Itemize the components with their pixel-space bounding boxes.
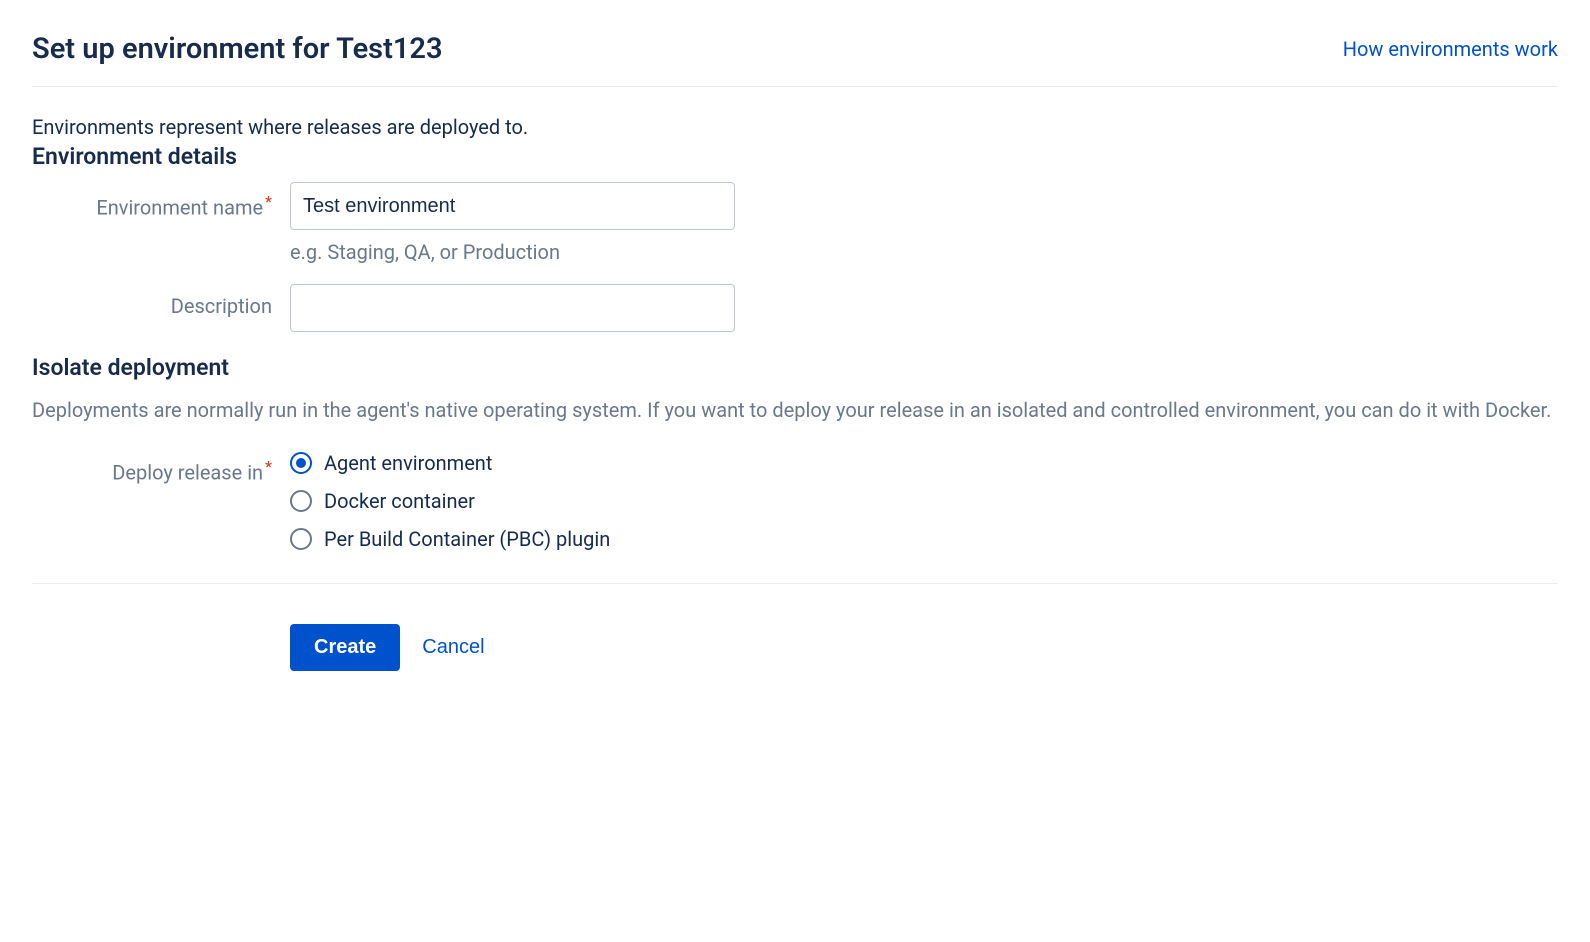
required-asterisk-icon: *: [265, 192, 272, 211]
radio-docker-container-label: Docker container: [324, 489, 475, 513]
radio-button-icon: [290, 452, 312, 474]
radio-button-icon: [290, 528, 312, 550]
radio-agent-environment[interactable]: Agent environment: [290, 451, 610, 475]
environment-name-hint: e.g. Staging, QA, or Production: [290, 240, 735, 264]
environment-name-label: Environment name*: [32, 182, 290, 220]
environment-name-label-text: Environment name: [96, 196, 263, 220]
page-header: Set up environment for Test123 How envir…: [32, 32, 1558, 87]
actions-row: Create Cancel: [290, 624, 1558, 671]
environment-name-input[interactable]: [290, 182, 735, 230]
deploy-release-in-label: Deploy release in*: [32, 447, 290, 485]
deploy-release-in-radio-group: Agent environment Docker container Per B…: [290, 447, 610, 551]
environment-name-row: Environment name* e.g. Staging, QA, or P…: [32, 182, 1558, 264]
page-title: Set up environment for Test123: [32, 32, 443, 66]
isolate-deployment-description: Deployments are normally run in the agen…: [32, 393, 1558, 427]
deploy-release-in-label-text: Deploy release in: [112, 461, 263, 485]
footer-divider: [32, 583, 1558, 584]
isolate-deployment-section: Isolate deployment Deployments are norma…: [32, 354, 1558, 551]
intro-text: Environments represent where releases ar…: [32, 115, 1558, 139]
radio-agent-environment-label: Agent environment: [324, 451, 492, 475]
radio-pbc-plugin[interactable]: Per Build Container (PBC) plugin: [290, 527, 610, 551]
description-label: Description: [32, 284, 290, 318]
create-button[interactable]: Create: [290, 624, 400, 671]
description-input[interactable]: [290, 284, 735, 332]
required-asterisk-icon: *: [265, 457, 272, 476]
how-environments-work-link[interactable]: How environments work: [1343, 37, 1558, 61]
environment-details-heading: Environment details: [32, 143, 1558, 170]
description-controls: [290, 284, 735, 332]
cancel-button[interactable]: Cancel: [418, 624, 488, 671]
radio-pbc-plugin-label: Per Build Container (PBC) plugin: [324, 527, 610, 551]
radio-dot-icon: [296, 458, 306, 468]
description-row: Description: [32, 284, 1558, 332]
radio-button-icon: [290, 490, 312, 512]
isolate-deployment-heading: Isolate deployment: [32, 354, 1558, 381]
radio-docker-container[interactable]: Docker container: [290, 489, 610, 513]
deploy-release-in-row: Deploy release in* Agent environment Doc…: [32, 447, 1558, 551]
environment-name-controls: e.g. Staging, QA, or Production: [290, 182, 735, 264]
